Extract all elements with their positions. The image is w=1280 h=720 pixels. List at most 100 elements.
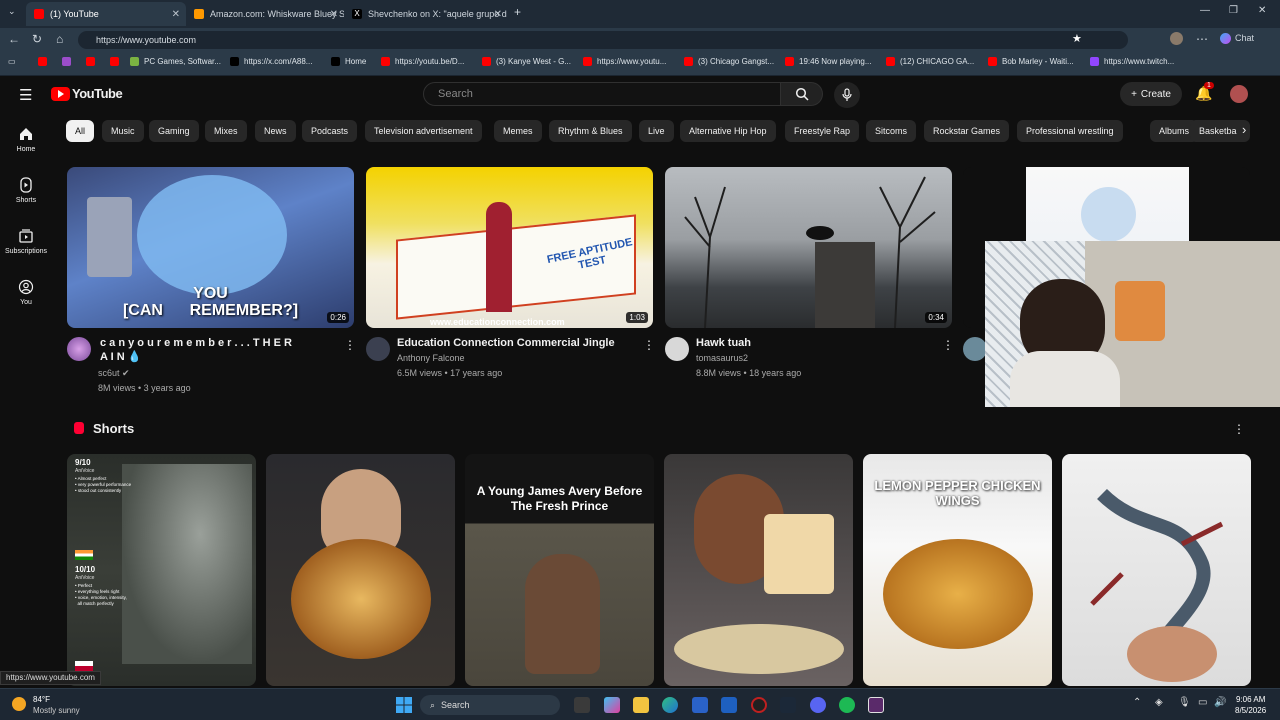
close-tab-icon[interactable]: ✕ [494,9,502,20]
channel-avatar[interactable] [665,337,689,361]
short-thumbnail[interactable] [1062,454,1251,686]
tab-list-chevron-icon[interactable]: ⌄ [8,6,16,17]
sidebar-item-subscriptions[interactable]: Subscriptions [4,228,48,255]
outlook-app-icon[interactable] [721,697,737,713]
windows-start-icon[interactable] [396,697,412,713]
channel-name[interactable]: sc6ut ✔ [98,366,130,380]
sidebar-item-shorts[interactable]: Shorts [4,177,48,204]
tab-amazon[interactable]: Amazon.com: Whiskware Bluey St ✕ [186,2,344,26]
display-icon[interactable]: ▭ [1198,697,1207,708]
bookmark-item[interactable]: https://x.com/A88... [230,57,312,66]
bookmark-youtube-icon[interactable] [86,57,100,66]
short-thumbnail[interactable]: 9/10 AniVoice • Almost perfect • very po… [67,454,256,686]
bookmark-item[interactable]: 19:46 Now playing... [785,57,872,66]
video-thumbnail[interactable]: FREE APTITUDE TEST www.educationconnecti… [366,167,653,328]
shorts-options-kebab-icon[interactable]: ⋮ [1233,422,1245,436]
chip-podcasts[interactable]: Podcasts [302,120,358,142]
channel-avatar[interactable] [67,337,91,361]
clock-date[interactable]: 8/5/2026 [1235,706,1266,715]
more-options-icon[interactable]: ⋯ [1196,32,1208,46]
tab-youtube[interactable]: (1) YouTube ✕ [26,2,186,26]
video-options-kebab-icon[interactable]: ⋮ [942,338,954,352]
sidebar-item-you[interactable]: You [4,279,48,306]
youtube-logo-text[interactable]: YouTube [72,86,123,101]
chips-next-chevron-icon[interactable]: › [1242,122,1246,137]
microphone-icon[interactable]: 🎙 [1178,697,1191,708]
show-hidden-icons-chevron-icon[interactable]: ⌃ [1133,697,1141,708]
video-thumbnail[interactable]: 0:34 [665,167,952,328]
chip-rhythm-blues[interactable]: Rhythm & Blues [549,120,632,142]
chip-mixes[interactable]: Mixes [205,120,247,142]
short-thumbnail[interactable]: A Young James Avery Before The Fresh Pri… [465,454,654,686]
clock-time[interactable]: 9:06 AM [1236,695,1265,704]
app-icon[interactable] [868,697,884,713]
account-avatar[interactable] [1230,85,1248,103]
profile-avatar[interactable] [1170,32,1183,48]
tab-x[interactable]: X Shevchenko on X: "aquele grupo d ✕ [344,2,508,26]
chip-sitcoms[interactable]: Sitcoms [866,120,917,142]
sidebar-item-home[interactable]: Home [4,126,48,153]
video-title[interactable]: Hawk tuah [696,336,936,350]
hamburger-menu-icon[interactable]: ☰ [19,86,32,104]
video-title[interactable]: Education Connection Commercial Jingle [397,336,637,350]
bookmark-item[interactable]: (12) CHICAGO GA... [886,57,974,66]
weather-temperature[interactable]: 84°F [33,695,50,704]
bookmark-purple-icon[interactable] [62,57,76,66]
back-arrow-icon[interactable]: ← [8,32,20,46]
bookmark-youtube-icon[interactable] [38,57,52,66]
video-title[interactable]: c a n y o u r e m e m b e r . . . T H E … [100,336,340,364]
chip-gaming[interactable]: Gaming [149,120,199,142]
copilot-app-icon[interactable] [604,697,620,713]
short-thumbnail[interactable] [266,454,455,686]
channel-name[interactable]: Anthony Falcone [397,351,465,365]
maximize-window-icon[interactable]: ❐ [1229,5,1238,16]
store-app-icon[interactable] [692,697,708,713]
short-thumbnail[interactable]: LEMON PEPPER CHICKEN WINGS [863,454,1052,686]
favorite-star-icon[interactable]: ★ [1072,32,1082,45]
close-tab-icon[interactable]: ✕ [330,9,338,20]
network-icon[interactable]: ◈ [1155,697,1163,708]
chip-rockstar-games[interactable]: Rockstar Games [924,120,1010,142]
taskbar-search-box[interactable]: ⌕ Search [420,695,560,715]
video-thumbnail[interactable]: YOU [CAN REMEMBER?] 0:26 [67,167,354,328]
reload-icon[interactable]: ↻ [32,32,42,46]
close-tab-icon[interactable]: ✕ [172,9,180,20]
edge-browser-icon[interactable] [662,697,678,713]
channel-avatar[interactable] [963,337,987,361]
chip-basketball[interactable]: Basketba [1190,120,1250,142]
spotify-app-icon[interactable] [839,697,855,713]
bookmark-item[interactable]: PC Games, Softwar... [130,57,221,66]
bookmark-item[interactable]: (3) Kanye West - G... [482,57,571,66]
bookmarks-menu-icon[interactable]: ▭ [8,57,16,66]
bookmark-item[interactable]: Bob Marley - Waiti... [988,57,1074,66]
bookmark-item[interactable]: https://www.youtu... [583,57,666,66]
chip-television-advertisement[interactable]: Television advertisement [365,120,482,142]
bookmark-item[interactable]: Home [331,57,366,66]
file-explorer-icon[interactable] [633,697,649,713]
chip-news[interactable]: News [255,120,296,142]
volume-icon[interactable]: 🔊 [1214,697,1226,708]
bookmark-youtube-icon[interactable] [110,57,124,66]
video-options-kebab-icon[interactable]: ⋮ [344,338,356,352]
address-bar-input[interactable]: https://www.youtube.com [78,31,1128,49]
discord-app-icon[interactable] [810,697,826,713]
bookmark-item[interactable]: https://youtu.be/D... [381,57,464,66]
chip-professional-wrestling[interactable]: Professional wrestling [1017,120,1123,142]
search-button[interactable] [781,82,823,106]
bookmark-item[interactable]: (3) Chicago Gangst... [684,57,774,66]
obs-app-icon[interactable] [751,697,767,713]
task-view-icon[interactable] [574,697,590,713]
chip-freestyle-rap[interactable]: Freestyle Rap [785,120,860,142]
chip-memes[interactable]: Memes [494,120,542,142]
channel-avatar[interactable] [366,337,390,361]
search-input[interactable]: Search [423,82,781,106]
close-window-icon[interactable]: ✕ [1258,5,1266,16]
voice-search-button[interactable] [834,82,860,108]
steam-app-icon[interactable] [780,697,796,713]
new-tab-plus-icon[interactable]: + [514,5,521,19]
create-button[interactable]: + Create [1120,82,1182,106]
chip-all[interactable]: All [66,120,95,142]
minimize-window-icon[interactable]: — [1200,5,1210,16]
home-icon[interactable]: ⌂ [56,32,63,46]
bookmark-item[interactable]: https://www.twitch... [1090,57,1174,66]
